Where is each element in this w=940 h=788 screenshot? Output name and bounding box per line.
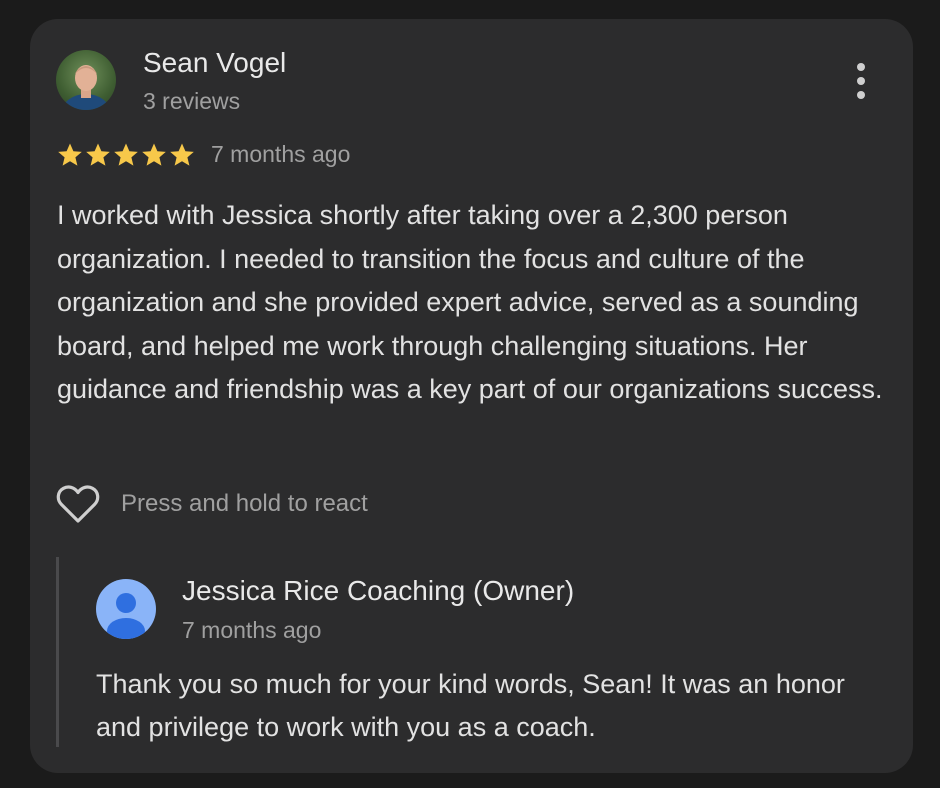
review-body: I worked with Jessica shortly after taki…	[57, 200, 883, 404]
star-icon	[141, 142, 167, 167]
star-icon	[169, 142, 195, 167]
react-row: Press and hold to react	[55, 482, 368, 526]
default-user-icon	[107, 593, 145, 639]
reviewer-avatar[interactable]	[56, 50, 116, 110]
review-card: Sean Vogel 3 reviews 7 months ago I work…	[30, 19, 913, 773]
more-vertical-icon	[857, 91, 865, 99]
react-hint: Press and hold to react	[121, 490, 368, 517]
owner-name: Jessica Rice Coaching (Owner)	[182, 575, 575, 606]
star-icon	[113, 142, 139, 167]
owner-reply-time: 7 months ago	[182, 617, 322, 643]
review-time: 7 months ago	[211, 140, 351, 167]
rating-row: 7 months ago	[57, 137, 350, 171]
more-vertical-icon	[857, 63, 865, 71]
owner-reply-body: Thank you so much for your kind words, S…	[96, 669, 845, 742]
more-options-button[interactable]	[846, 59, 876, 103]
owner-response: Jessica Rice Coaching (Owner) 7 months a…	[56, 557, 889, 747]
react-button[interactable]	[55, 483, 101, 525]
reviewer-name[interactable]: Sean Vogel	[143, 46, 286, 80]
star-rating	[57, 142, 195, 167]
star-icon	[85, 142, 111, 167]
heart-outline-icon	[56, 485, 100, 523]
owner-avatar	[96, 579, 156, 639]
reviewer-review-count: 3 reviews	[143, 88, 241, 114]
reviewer-photo	[62, 65, 110, 110]
more-vertical-icon	[857, 77, 865, 85]
star-icon	[57, 142, 83, 167]
